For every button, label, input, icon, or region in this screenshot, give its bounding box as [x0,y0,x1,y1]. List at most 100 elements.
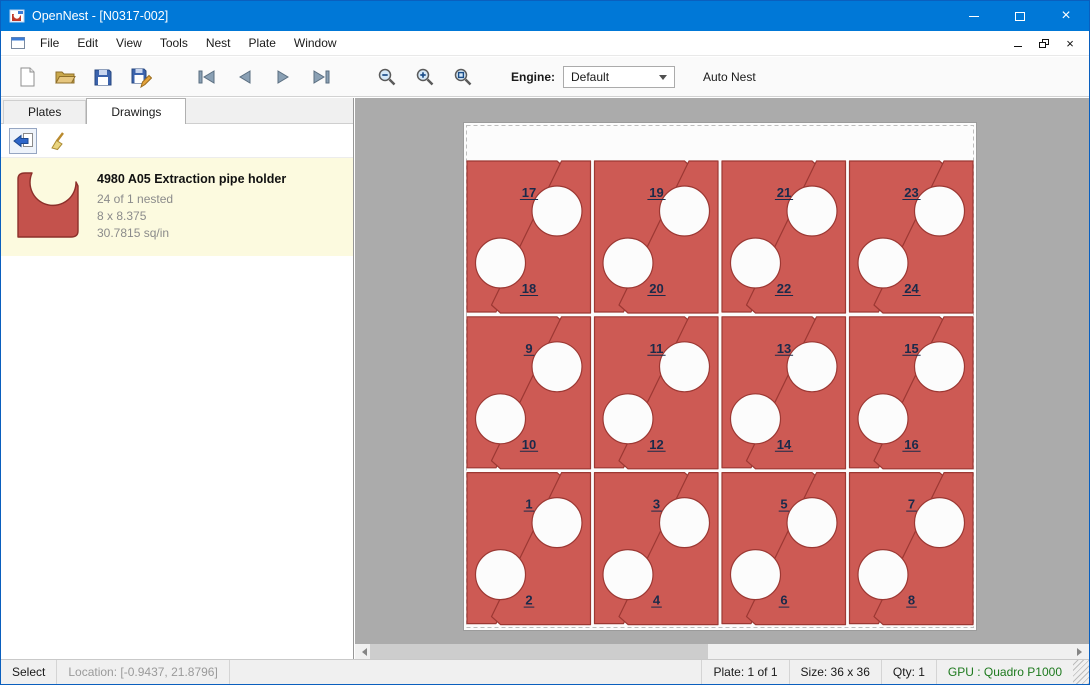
scrollbar-thumb[interactable] [370,644,708,659]
nest-pair: 1718 [467,161,591,313]
part-notch [532,498,582,548]
part-notch [476,238,526,288]
drawing-size: 8 x 8.375 [97,208,286,225]
engine-select[interactable]: Default [563,66,675,88]
zoom-out-button[interactable] [371,61,403,93]
nest-pair: 1920 [595,161,719,313]
part-notch [603,394,653,444]
part-number: 15 [904,341,918,356]
part-notch [915,342,965,392]
maximize-button[interactable] [997,1,1043,31]
window-title: OpenNest - [N0317-002] [32,9,168,23]
status-mode: Select [1,660,56,684]
save-icon [92,66,114,88]
app-logo-icon [9,8,25,24]
tab-drawings[interactable]: Drawings [86,98,186,124]
nav-first-button[interactable] [191,61,223,93]
menu-item-plate[interactable]: Plate [240,32,285,54]
zoom-fit-icon [453,67,473,87]
drawing-title: 4980 A05 Extraction pipe holder [97,172,286,186]
part-notch [731,394,781,444]
mdi-restore-button[interactable] [1033,34,1055,52]
save-as-button[interactable] [125,61,157,93]
part-notch [787,186,837,236]
minimize-button[interactable] [951,1,997,31]
maximize-icon [1015,12,1025,21]
mdi-minimize-button[interactable] [1007,34,1029,52]
menu-item-file[interactable]: File [31,32,68,54]
menu-item-tools[interactable]: Tools [151,32,197,54]
nav-prev-button[interactable] [229,61,261,93]
app-icon [9,8,25,24]
auto-nest-button[interactable]: Auto Nest [695,65,764,89]
save-button[interactable] [87,61,119,93]
mdi-close-button[interactable]: × [1059,34,1081,52]
status-size: Size: 36 x 36 [790,660,881,684]
part-notch [858,238,908,288]
part-notch [603,238,653,288]
part-number: 17 [522,185,536,200]
nav-last-button[interactable] [305,61,337,93]
scroll-left-button[interactable] [355,644,370,659]
import-drawing-button[interactable] [9,128,37,154]
close-button[interactable]: × [1043,1,1089,31]
nest-pair: 9 10 [467,317,591,469]
menu-item-edit[interactable]: Edit [68,32,107,54]
part-number: 2 [525,593,532,608]
part-number: 19 [649,185,663,200]
part-notch [787,342,837,392]
part-number: 9 [525,341,532,356]
status-qty: Qty: 1 [882,660,936,684]
status-plate: Plate: 1 of 1 [702,660,788,684]
drawing-area: 30.7815 sq/in [97,225,286,242]
engine-value: Default [571,70,609,84]
clear-button[interactable] [45,128,73,154]
new-button[interactable] [11,61,43,93]
mdi-minimize-icon [1014,46,1022,47]
zoom-fit-button[interactable] [447,61,479,93]
open-folder-icon [54,66,76,88]
nav-next-button[interactable] [267,61,299,93]
part-notch [660,186,710,236]
part-notch [660,498,710,548]
nest-pair: 56 [722,473,846,625]
part-notch [603,550,653,600]
new-document-icon [16,66,38,88]
part-notch [476,394,526,444]
menu-item-window[interactable]: Window [285,32,346,54]
chevron-down-icon [659,75,667,84]
part-notch [731,238,781,288]
part-number: 12 [649,437,663,452]
horizontal-scrollbar[interactable] [355,644,1089,659]
caption-buttons: × [951,1,1089,31]
part-notch [731,550,781,600]
zoom-in-button[interactable] [409,61,441,93]
nest-canvas[interactable]: 171819202122232491011121314151612345678 [355,98,1089,659]
minimize-icon [969,16,979,17]
save-edit-icon [130,66,152,88]
open-button[interactable] [49,61,81,93]
part-number: 1 [525,497,532,512]
part-number: 18 [522,281,536,296]
part-number: 8 [908,593,915,608]
tab-plates[interactable]: Plates [3,100,86,124]
plate: 171819202122232491011121314151612345678 [463,122,977,631]
scroll-left-icon [358,648,367,656]
nest-svg: 171819202122232491011121314151612345678 [463,122,977,631]
part-number: 7 [908,497,915,512]
resize-grip[interactable] [1073,660,1089,684]
part-number: 13 [777,341,791,356]
part-number: 3 [653,497,660,512]
mdi-child-icon [11,37,25,49]
zoom-in-icon [415,67,435,87]
part-notch [787,498,837,548]
part-notch [858,394,908,444]
mdi-close-icon: × [1066,37,1074,50]
menu-item-nest[interactable]: Nest [197,32,240,54]
scroll-right-button[interactable] [1074,644,1089,659]
scroll-right-icon [1077,648,1086,656]
broom-icon [49,131,69,151]
part-number: 10 [522,437,536,452]
menu-item-view[interactable]: View [107,32,151,54]
drawing-list-item[interactable]: 4980 A05 Extraction pipe holder 24 of 1 … [1,158,353,256]
